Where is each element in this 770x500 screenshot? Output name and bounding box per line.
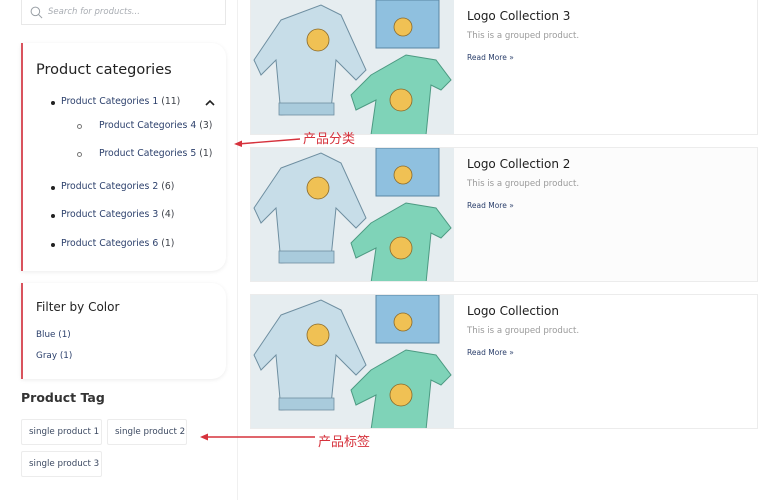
tag-link[interactable]: single product 1 <box>21 419 102 445</box>
product-card: Logo Collection 2 This is a grouped prod… <box>250 147 758 282</box>
bullet <box>51 243 55 247</box>
read-more-link[interactable]: Read More » <box>467 348 514 357</box>
product-info: Logo Collection 2 This is a grouped prod… <box>454 148 757 281</box>
product-title[interactable]: Logo Collection 2 <box>467 157 570 171</box>
filter-by-color-widget: Filter by Color Blue (1) Gray (1) <box>21 283 226 379</box>
product-title[interactable]: Logo Collection 3 <box>467 9 570 23</box>
product-tag-title: Product Tag <box>21 390 105 405</box>
bullet <box>77 152 82 157</box>
bullet <box>51 101 55 105</box>
tag-link[interactable]: single product 2 <box>107 419 187 445</box>
annotation-arrow-icon <box>234 138 301 147</box>
annotation-categories: 产品分类 <box>303 132 356 147</box>
category-item[interactable]: Product Categories 4 (3) <box>99 120 212 131</box>
clothing-illustration-icon <box>251 295 454 428</box>
color-filter-blue[interactable]: Blue (1) <box>36 330 71 340</box>
category-item[interactable]: Product Categories 5 (1) <box>99 148 212 159</box>
color-filter-gray[interactable]: Gray (1) <box>36 351 72 361</box>
annotation-arrow-icon <box>200 433 315 441</box>
product-image[interactable] <box>251 148 454 281</box>
bullet <box>51 186 55 190</box>
annotation-tags: 产品标签 <box>318 435 371 450</box>
category-item[interactable]: Product Categories 2 (6) <box>61 181 174 192</box>
bullet <box>77 124 82 129</box>
product-card: Logo Collection This is a grouped produc… <box>250 294 758 429</box>
product-description: This is a grouped product. <box>467 31 580 41</box>
widget-title: Filter by Color <box>36 300 120 314</box>
product-description: This is a grouped product. <box>467 326 580 336</box>
product-search[interactable] <box>21 0 226 25</box>
search-input[interactable] <box>48 7 208 17</box>
product-info: Logo Collection This is a grouped produc… <box>454 295 757 428</box>
category-item[interactable]: Product Categories 1 (11) <box>61 96 180 107</box>
product-image[interactable] <box>251 0 454 134</box>
product-description: This is a grouped product. <box>467 179 580 189</box>
tag-link[interactable]: single product 3 <box>21 451 102 477</box>
widget-title: Product categories <box>36 62 172 78</box>
chevron-up-icon[interactable] <box>203 97 217 109</box>
bullet <box>51 214 55 218</box>
product-info: Logo Collection 3 This is a grouped prod… <box>454 0 757 134</box>
search-icon <box>30 6 43 18</box>
product-title[interactable]: Logo Collection <box>467 304 559 318</box>
category-item[interactable]: Product Categories 3 (4) <box>61 209 174 220</box>
category-item[interactable]: Product Categories 6 (1) <box>61 238 174 249</box>
product-card: Logo Collection 3 This is a grouped prod… <box>250 0 758 135</box>
read-more-link[interactable]: Read More » <box>467 201 514 210</box>
clothing-illustration-icon <box>251 0 454 134</box>
read-more-link[interactable]: Read More » <box>467 53 514 62</box>
clothing-illustration-icon <box>251 148 454 281</box>
sidebar: Product categories Product Categories 1 … <box>0 0 238 500</box>
product-categories-widget: Product categories Product Categories 1 … <box>21 43 226 271</box>
product-image[interactable] <box>251 295 454 428</box>
